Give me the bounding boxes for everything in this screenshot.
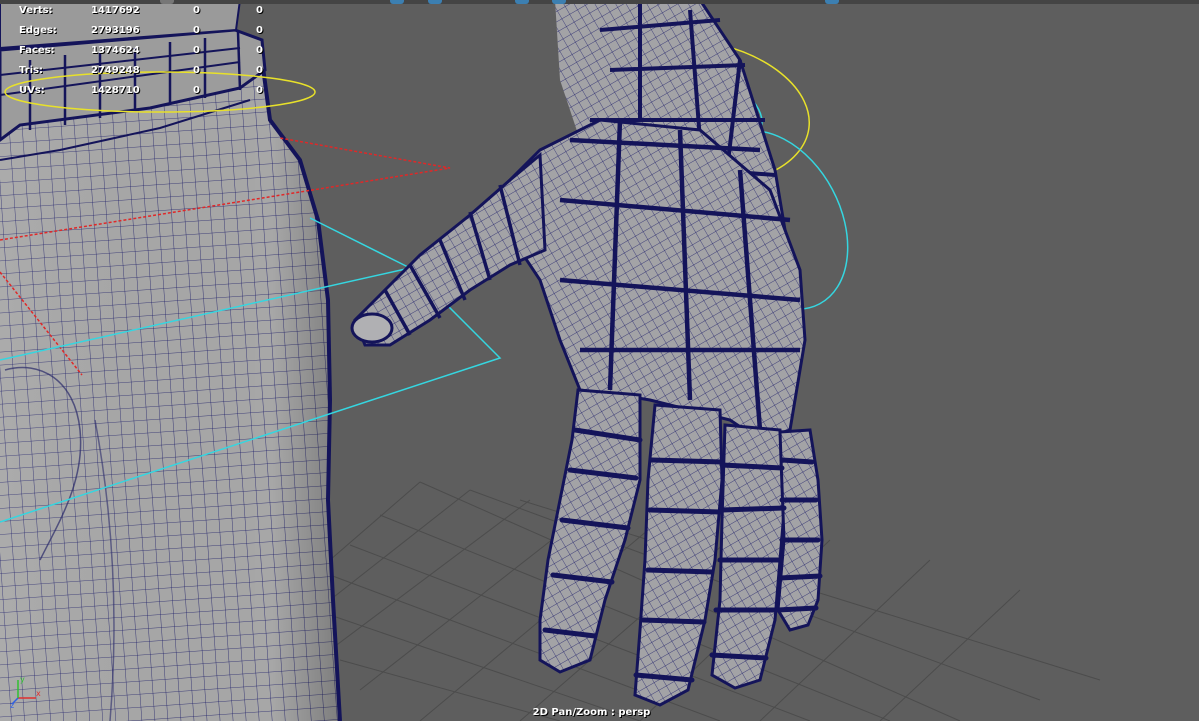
hud-selected-value: 0 [193, 85, 200, 96]
3d-viewport[interactable]: Verts: 1417692 0 0 Edges: 2793196 0 0 Faces: 1374… [0, 0, 1199, 721]
axis-gizmo: x y z [10, 675, 41, 708]
hud-selected-value: 0 [256, 85, 263, 96]
viewport-status-label: 2D Pan/Zoom : persp [532, 707, 651, 718]
toolbar-icon[interactable] [552, 0, 566, 4]
hud-selected-value: 0 [193, 45, 200, 56]
hud-selected-value: 0 [256, 65, 263, 76]
hud-total-value: 1417692 [91, 5, 140, 16]
hud-total-value: 1374624 [91, 45, 140, 56]
hud-label: UVs: [19, 85, 45, 96]
hud-label: Tris: [19, 65, 44, 76]
hud-row: UVs: 1428710 0 0 [0, 85, 290, 99]
scene-render[interactable] [0, 0, 1199, 721]
hud-label: Edges: [19, 25, 57, 36]
y-axis-label: y [20, 675, 25, 684]
z-axis-label: z [10, 701, 14, 708]
hud-label: Faces: [19, 45, 55, 56]
hud-selected-value: 0 [256, 5, 263, 16]
hud-selected-value: 0 [193, 5, 200, 16]
hud-selected-value: 0 [193, 65, 200, 76]
hud-row: Edges: 2793196 0 0 [0, 25, 290, 39]
hud-row: Verts: 1417692 0 0 [0, 5, 290, 19]
hud-row: Tris: 2749248 0 0 [0, 65, 290, 79]
toolbar-icon[interactable] [390, 0, 404, 4]
hud-selected-value: 0 [256, 25, 263, 36]
toolbar-icon[interactable] [515, 0, 529, 4]
toolbar-icon[interactable] [428, 0, 442, 4]
hud-row: Faces: 1374624 0 0 [0, 45, 290, 59]
toolbar-icon[interactable] [825, 0, 839, 4]
hud-total-value: 1428710 [91, 85, 140, 96]
hud-label: Verts: [19, 5, 53, 16]
hud-selected-value: 0 [193, 25, 200, 36]
hud-selected-value: 0 [256, 45, 263, 56]
hud-total-value: 2793196 [91, 25, 140, 36]
poly-count-hud: Verts: 1417692 0 0 Edges: 2793196 0 0 Faces: 1374… [0, 0, 290, 105]
x-axis-label: x [36, 689, 41, 698]
hud-total-value: 2749248 [91, 65, 140, 76]
